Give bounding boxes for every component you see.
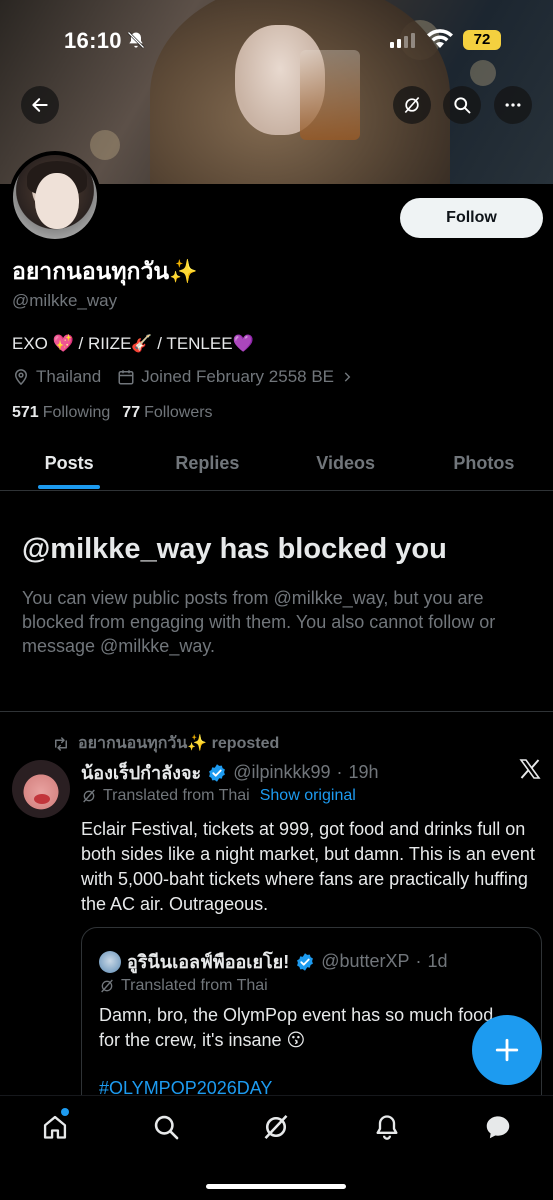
cellular-signal-icon	[390, 33, 415, 48]
quote-author-handle: @butterXP	[321, 951, 410, 971]
nav-grok[interactable]	[221, 1096, 332, 1158]
tab-videos[interactable]: Videos	[277, 440, 415, 490]
follow-button[interactable]: Follow	[400, 198, 543, 238]
nav-search[interactable]	[111, 1096, 222, 1158]
followers-count: 77	[122, 404, 141, 421]
tab-posts[interactable]: Posts	[0, 440, 138, 490]
nav-home[interactable]	[0, 1096, 111, 1158]
section-divider	[0, 711, 553, 712]
profile-tabs: Posts Replies Videos Photos	[0, 440, 553, 491]
search-icon	[154, 1115, 179, 1140]
home-notification-dot	[61, 1108, 69, 1116]
status-time: 16:10	[64, 28, 122, 53]
quote-time: 1d	[427, 951, 448, 971]
search-icon	[454, 97, 471, 114]
translated-row: Translated from Thai Show original	[81, 787, 356, 805]
grok-button[interactable]	[393, 86, 431, 124]
wifi-icon	[427, 29, 453, 48]
notifications-icon	[376, 1115, 398, 1140]
following-count: 571	[12, 404, 39, 421]
more-icon	[505, 103, 521, 107]
following-link[interactable]: 571 Following	[12, 404, 110, 422]
nav-messages[interactable]	[442, 1096, 553, 1158]
grok-icon	[83, 789, 95, 803]
post-time[interactable]: 19h	[349, 762, 379, 783]
chevron-right-icon[interactable]	[340, 370, 354, 384]
avatar-lips	[34, 794, 50, 804]
post-author-avatar[interactable]	[12, 760, 70, 818]
more-button[interactable]	[494, 86, 532, 124]
profile-handle: @milkke_way	[12, 291, 118, 310]
home-indicator	[206, 1184, 346, 1189]
profile-display-name: อยากนอนทุกวัน✨	[12, 258, 198, 284]
grok-icon	[265, 1115, 288, 1139]
bell-off-icon	[127, 31, 145, 49]
back-button[interactable]	[21, 86, 59, 124]
grok-icon	[101, 979, 113, 993]
banner-bokeh	[90, 130, 120, 160]
post-header: น้องเร็ปกำลังจะ @ilpinkkk99 · 19h	[81, 758, 379, 787]
avatar-face	[35, 173, 79, 229]
compose-button[interactable]	[472, 1015, 542, 1085]
status-bar: 16:10 72	[0, 0, 553, 80]
following-label: Following	[42, 404, 111, 421]
profile-counts: 571 Following 77 Followers	[12, 404, 213, 422]
repost-line: อยากนอนทุกวัน✨ reposted	[52, 731, 279, 756]
quote-body: Damn, bro, the OlymPop event has so much…	[99, 1005, 494, 1050]
messages-icon	[486, 1116, 509, 1139]
battery-indicator: 72	[463, 30, 501, 50]
followers-link[interactable]: 77 Followers	[122, 404, 212, 422]
nav-notifications[interactable]	[332, 1096, 443, 1158]
x-logo-icon	[519, 759, 541, 779]
blocked-title: @milkke_way has blocked you	[22, 533, 447, 565]
verified-badge-icon	[209, 763, 226, 782]
post-body: Eclair Festival, tickets at 999, got foo…	[81, 819, 535, 914]
quote-author-avatar	[99, 950, 121, 973]
quote-translated-row: Translated from Thai	[99, 977, 268, 995]
tab-photos[interactable]: Photos	[415, 440, 553, 490]
quote-author-name: อูรินีนเอลฟ์พืออเยโย!	[127, 952, 290, 972]
repost-label: อยากนอนทุกวัน✨ reposted	[78, 735, 280, 752]
blocked-text: You can view public posts from @milkke_w…	[22, 588, 496, 656]
show-original-link[interactable]: Show original	[260, 787, 356, 805]
post-author-name[interactable]: น้องเร็ปกำลังจะ	[81, 758, 201, 787]
repost-icon	[55, 736, 67, 751]
followers-label: Followers	[144, 404, 213, 421]
profile-location: Thailand	[36, 367, 102, 386]
quote-header: อูรินีนเอลฟ์พืออเยโย! @butterXP · 1d	[99, 947, 448, 976]
translated-label: Translated from Thai	[103, 787, 250, 804]
profile-meta: Thailand Joined February 2558 BE	[12, 367, 354, 387]
post-author-handle[interactable]: @ilpinkkk99	[233, 762, 330, 783]
quote-separator: ·	[415, 951, 422, 971]
back-arrow-icon	[32, 98, 48, 112]
profile-joined[interactable]: Joined February 2558 BE	[141, 367, 334, 387]
post-separator: ·	[336, 762, 343, 782]
profile-avatar[interactable]	[9, 151, 101, 243]
location-pin-icon	[14, 369, 28, 386]
profile-bio: EXO 💖 / RIIZE🎸 / TENLEE💜	[12, 334, 254, 353]
tab-replies[interactable]: Replies	[138, 440, 276, 490]
home-icon	[44, 1115, 67, 1139]
calendar-icon	[118, 370, 134, 385]
grok-icon	[404, 96, 420, 114]
search-button[interactable]	[443, 86, 481, 124]
compose-plus-icon	[495, 1038, 519, 1062]
quote-translated-label: Translated from Thai	[121, 977, 268, 994]
verified-badge-icon	[297, 952, 314, 971]
